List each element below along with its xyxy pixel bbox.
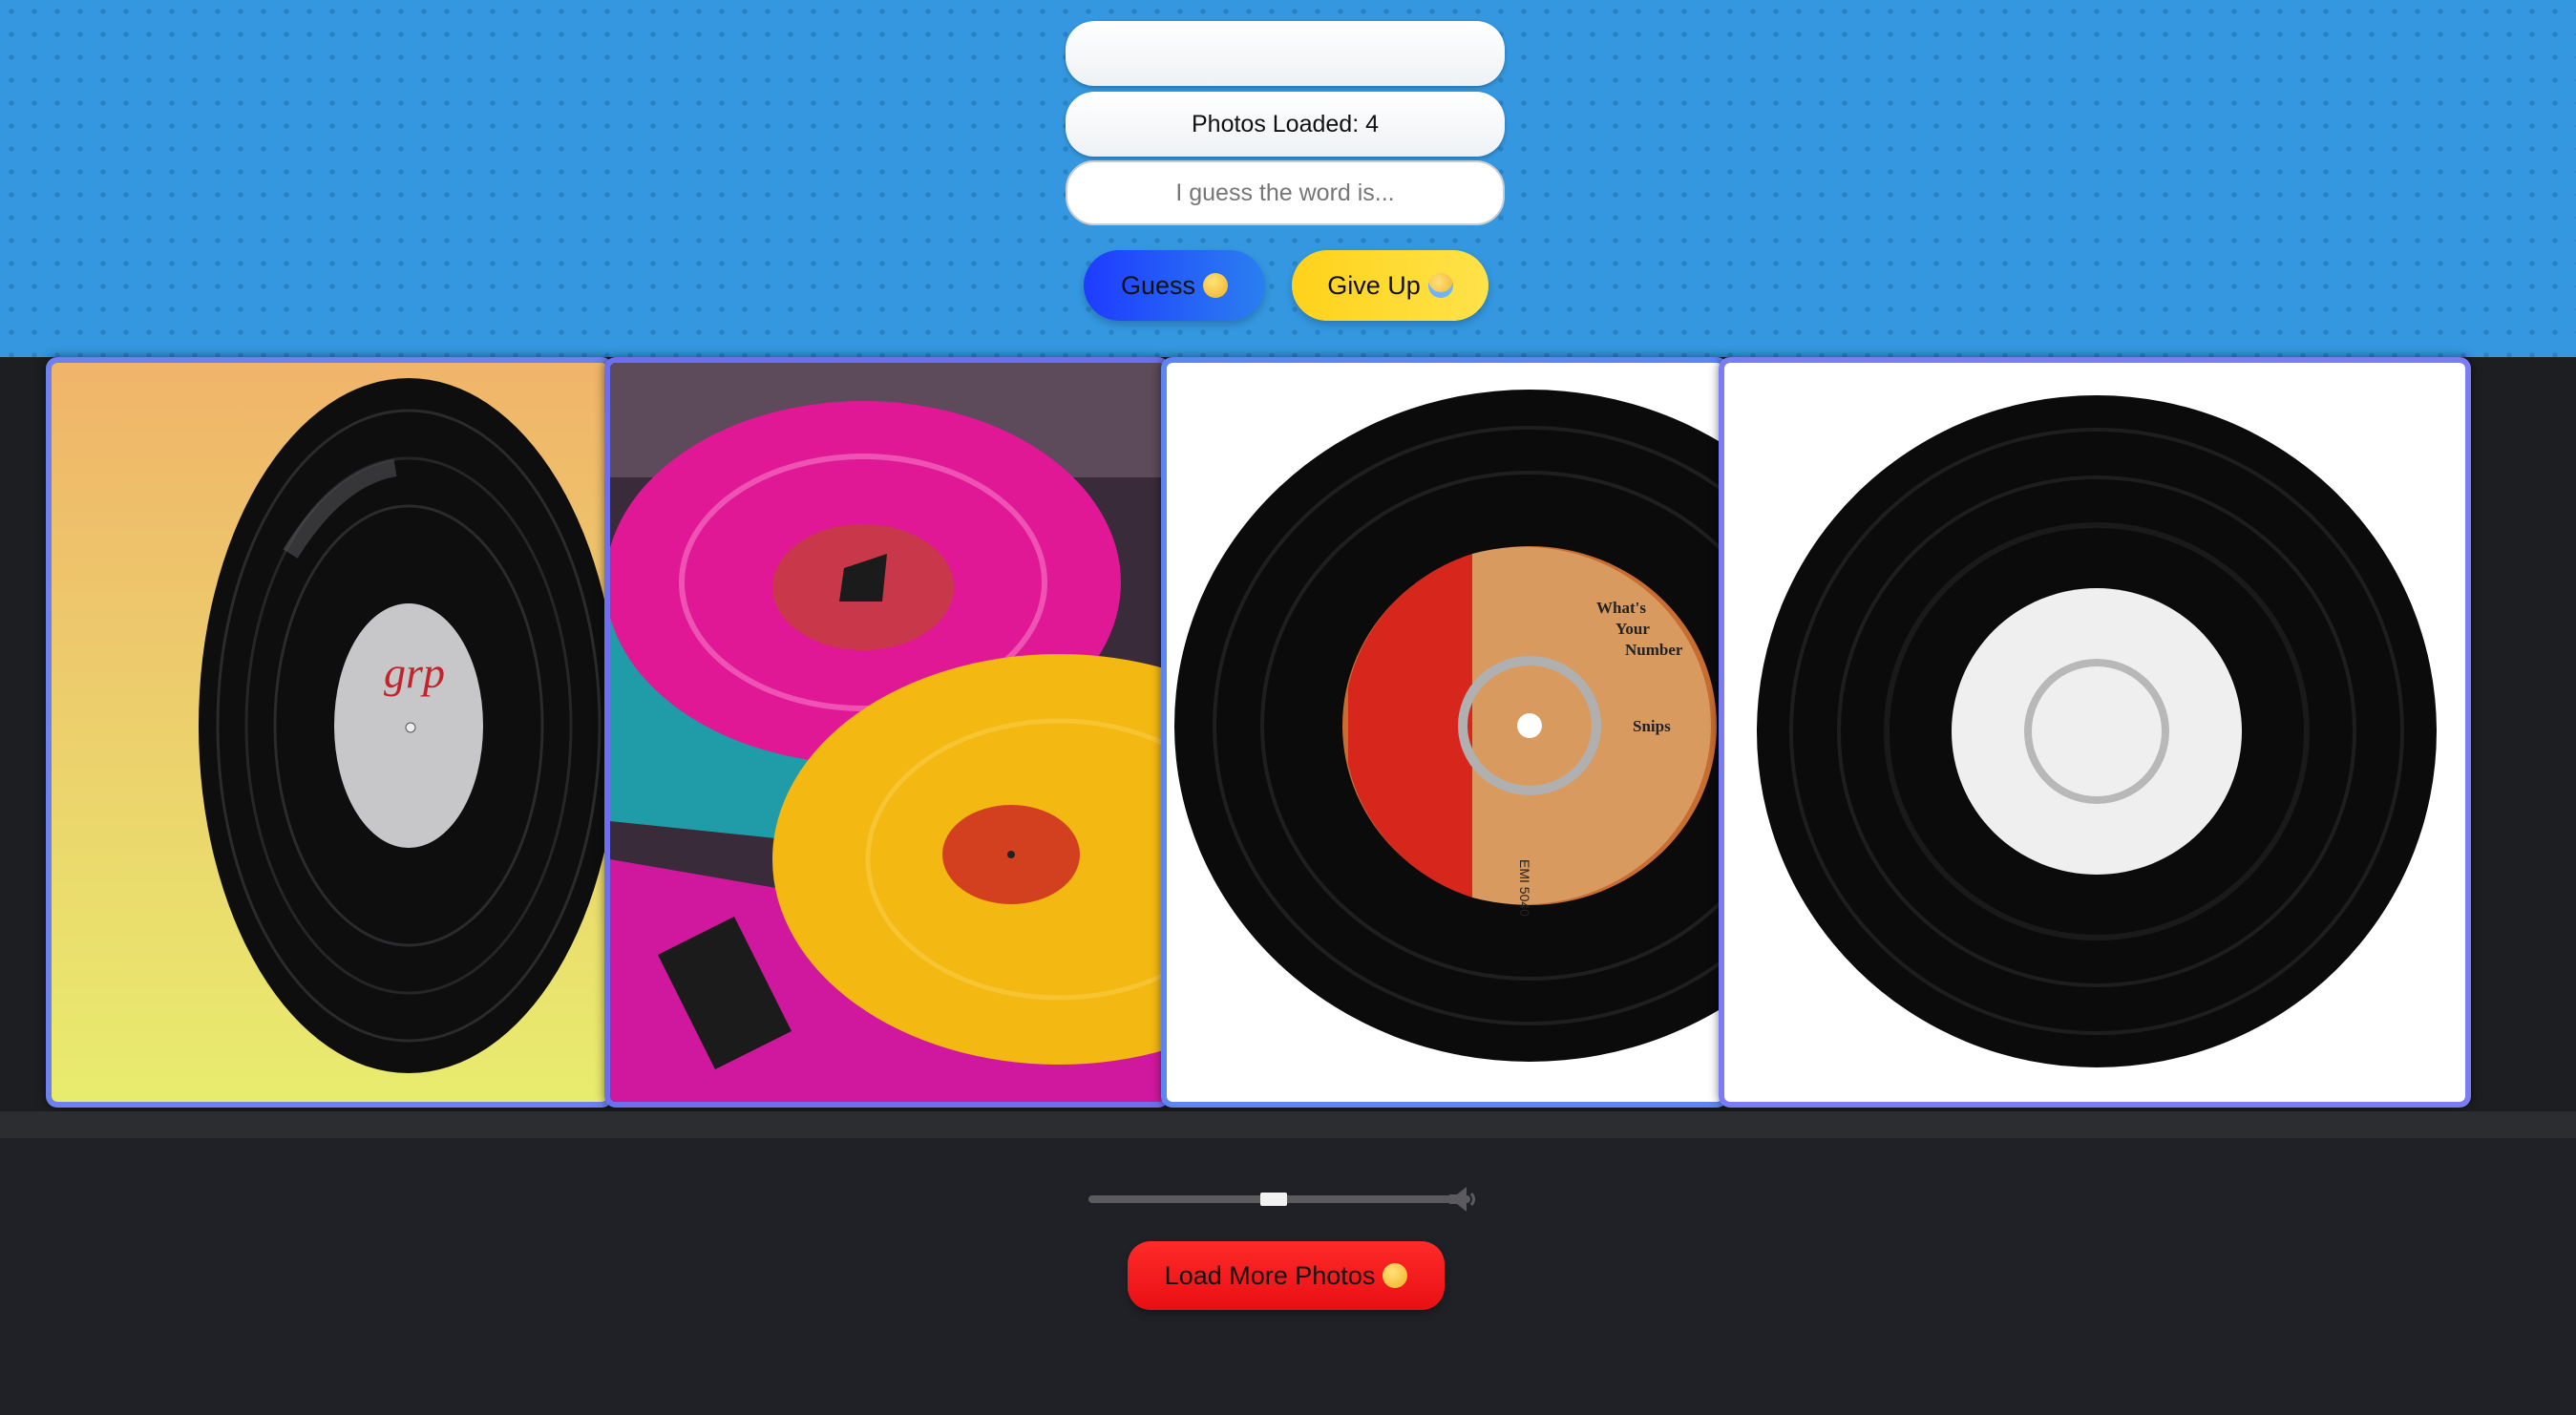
speaker-icon[interactable] <box>1446 1185 1482 1214</box>
photo-black-vinyl-orange-background: grp <box>52 363 607 1102</box>
photos-loaded-counter: Photos Loaded: 4 <box>1066 92 1505 157</box>
guess-input[interactable] <box>1066 160 1505 225</box>
volume-slider[interactable] <box>1088 1185 1485 1212</box>
photo-card-1[interactable]: grp <box>46 357 613 1108</box>
photo-card-2[interactable] <box>604 357 1170 1108</box>
volume-thumb[interactable] <box>1260 1193 1287 1206</box>
photo-card-3[interactable]: What's Your Number Snips EMI 5040 <box>1161 357 1728 1108</box>
emi-label-line-1: What's <box>1596 599 1646 617</box>
word-display <box>1066 21 1505 86</box>
crying-emoji-icon <box>1427 273 1453 298</box>
emi-catalog-number: EMI 5040 <box>1517 859 1532 917</box>
photo-pink-and-yellow-vinyl <box>610 363 1164 1102</box>
grimace-emoji-icon <box>1203 273 1229 298</box>
give-up-button-label: Give Up <box>1327 270 1421 300</box>
emi-label-line-3: Number <box>1625 641 1683 659</box>
svg-text:grp: grp <box>384 648 445 697</box>
emi-label-line-4: Snips <box>1633 717 1671 735</box>
give-up-button[interactable]: Give Up <box>1292 250 1489 321</box>
photo-emi-single: What's Your Number Snips EMI 5040 <box>1167 363 1722 1102</box>
guess-button-label: Guess <box>1120 270 1196 300</box>
strip-divider <box>0 1111 2576 1138</box>
load-more-photos-label: Load More Photos <box>1164 1260 1376 1290</box>
load-more-photos-button[interactable]: Load More Photos <box>1128 1241 1445 1310</box>
emi-label-line-2: Your <box>1615 620 1650 638</box>
photo-white-label-vinyl <box>1724 363 2465 1102</box>
guess-button[interactable]: Guess <box>1084 250 1265 321</box>
photo-card-4[interactable] <box>1719 357 2471 1108</box>
thinking-emoji-icon <box>1383 1263 1408 1288</box>
